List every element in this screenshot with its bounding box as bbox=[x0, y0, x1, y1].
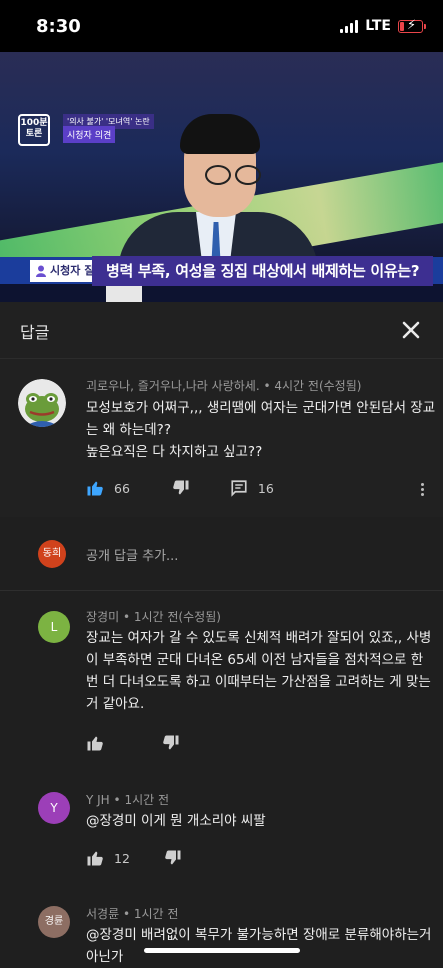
comment-line: 모성보호가 어쩌구,,, 생리땜에 여자는 군대가면 안된담서 장교 bbox=[86, 400, 436, 416]
comment-time: 1시간 전 bbox=[124, 793, 170, 807]
reply-count: 16 bbox=[257, 480, 274, 496]
comment-line: 높은요직은 다 차지하고 싶고?? bbox=[86, 444, 263, 460]
comment-meta: 괴로우나, 즐거우나,나라 사랑하세. • 4시간 전(수정됨) bbox=[86, 377, 361, 394]
comment-line: 장교는 여자가 갈 수 있도록 신체적 배려가 잘되어 있죠,, 사병 bbox=[86, 630, 432, 646]
comment-line: 번 더 다녀오도록 하고 이때부터는 가산점을 고려하는 게 맞는 bbox=[86, 674, 431, 690]
comment-meta: 장경미 • 1시간 전(수정됨) bbox=[86, 608, 221, 625]
thumbs-up-icon[interactable] bbox=[86, 849, 104, 867]
desk bbox=[0, 284, 443, 302]
user-avatar: 동희 bbox=[38, 540, 66, 568]
avatar[interactable]: 경륜 bbox=[38, 906, 70, 938]
status-bar: 8:30 LTE ⚡ bbox=[0, 0, 443, 52]
meta-separator: • bbox=[122, 907, 131, 921]
thumbs-up-icon[interactable] bbox=[86, 734, 104, 752]
comment-author[interactable]: 장경미 bbox=[86, 610, 119, 624]
comment-actions: 66 16 bbox=[86, 479, 274, 497]
comment-meta: 서경륜 • 1시간 전 bbox=[86, 905, 178, 922]
thumbs-down-icon[interactable] bbox=[164, 849, 182, 867]
comment-time: 1시간 전(수정됨) bbox=[133, 610, 221, 624]
comment-text: @장경미 이게 뭔 개소리야 씨팔 bbox=[86, 810, 266, 832]
comment-author[interactable]: 괴로우나, 즐거우나,나라 사랑하세. bbox=[86, 379, 260, 393]
meta-separator: • bbox=[113, 793, 121, 807]
comment-text: 모성보호가 어쩌구,,, 생리땜에 여자는 군대가면 안된담서 장교 는 왜 하… bbox=[86, 397, 435, 463]
host-hair bbox=[180, 114, 260, 154]
avatar[interactable] bbox=[18, 379, 66, 427]
comment-line: 거 같아요. bbox=[86, 696, 145, 712]
comment-actions bbox=[86, 734, 180, 752]
battery-icon: ⚡ bbox=[398, 18, 426, 33]
sub-tag: 시청자 의견 bbox=[63, 126, 116, 143]
glasses bbox=[205, 165, 265, 185]
caption-text: 병력 부족, 여성을 징집 대상에서 배제하는 이유는? bbox=[92, 256, 434, 286]
status-indicators: LTE ⚡ bbox=[340, 18, 426, 34]
status-time: 8:30 bbox=[36, 16, 81, 37]
add-reply-row: 동희 공개 답글 추가... bbox=[0, 518, 443, 590]
like-count: 66 bbox=[114, 480, 130, 496]
more-options-icon[interactable] bbox=[419, 481, 425, 499]
home-indicator[interactable] bbox=[144, 948, 300, 953]
meta-separator: • bbox=[263, 379, 271, 393]
like-count: 12 bbox=[114, 850, 130, 866]
comment-line: @장경미 배려없이 복무가 불가능하면 장애로 분류해야하는거 bbox=[86, 927, 432, 943]
comment-time: 4시간 전(수정됨) bbox=[274, 379, 362, 393]
comment-time: 1시간 전 bbox=[133, 907, 179, 921]
comment-line: @장경미 이게 뭔 개소리야 씨팔 bbox=[86, 813, 266, 829]
avatar[interactable]: L bbox=[38, 611, 70, 643]
replies-title: 답글 bbox=[20, 323, 50, 342]
reply-comment: L 장경미 • 1시간 전(수정됨) 장교는 여자가 갈 수 있도록 신체적 배… bbox=[0, 591, 443, 771]
parent-comment: 괴로우나, 즐거우나,나라 사랑하세. • 4시간 전(수정됨) 모성보호가 어… bbox=[0, 359, 443, 517]
comment-text: 장교는 여자가 갈 수 있도록 신체적 배려가 잘되어 있죠,, 사병 이 부족… bbox=[86, 627, 431, 715]
signal-icon bbox=[340, 19, 359, 33]
meta-separator: • bbox=[122, 610, 131, 624]
comment-meta: Y JH • 1시간 전 bbox=[86, 791, 169, 808]
show-logo: 100분 토론 bbox=[18, 114, 50, 146]
thumbs-down-icon[interactable] bbox=[172, 479, 190, 497]
comment-author[interactable]: Y JH bbox=[86, 793, 110, 807]
reply-icon[interactable] bbox=[230, 479, 248, 497]
comment-line: 이 부족하면 군대 다녀온 65세 이전 남자들을 점차적으로 한 bbox=[86, 652, 424, 668]
video-caption: 시청자 질문 병력 부족, 여성을 징집 대상에서 배제하는 이유는? bbox=[0, 256, 443, 286]
thumbs-down-icon[interactable] bbox=[162, 734, 180, 752]
close-icon[interactable] bbox=[397, 316, 425, 344]
replies-header: 답글 bbox=[0, 302, 443, 359]
person-icon bbox=[36, 265, 46, 277]
comment-line: 는 왜 하는데?? bbox=[86, 422, 172, 438]
network-label: LTE bbox=[365, 18, 391, 34]
reply-input[interactable]: 공개 답글 추가... bbox=[86, 545, 178, 564]
video-player[interactable]: 100분 토론 '의사 불가' '모녀역' 논란 시청자 의견 시청자 질문 병력… bbox=[0, 52, 443, 302]
comment-text: @장경미 배려없이 복무가 불가능하면 장애로 분류해야하는거 아닌가 bbox=[86, 924, 431, 968]
thumbs-up-icon[interactable] bbox=[86, 479, 104, 497]
reply-comment: Y Y JH • 1시간 전 @장경미 이게 뭔 개소리야 씨팔 12 bbox=[0, 776, 443, 886]
comment-author[interactable]: 서경륜 bbox=[86, 907, 119, 921]
comment-actions: 12 bbox=[86, 849, 182, 867]
avatar[interactable]: Y bbox=[38, 792, 70, 824]
